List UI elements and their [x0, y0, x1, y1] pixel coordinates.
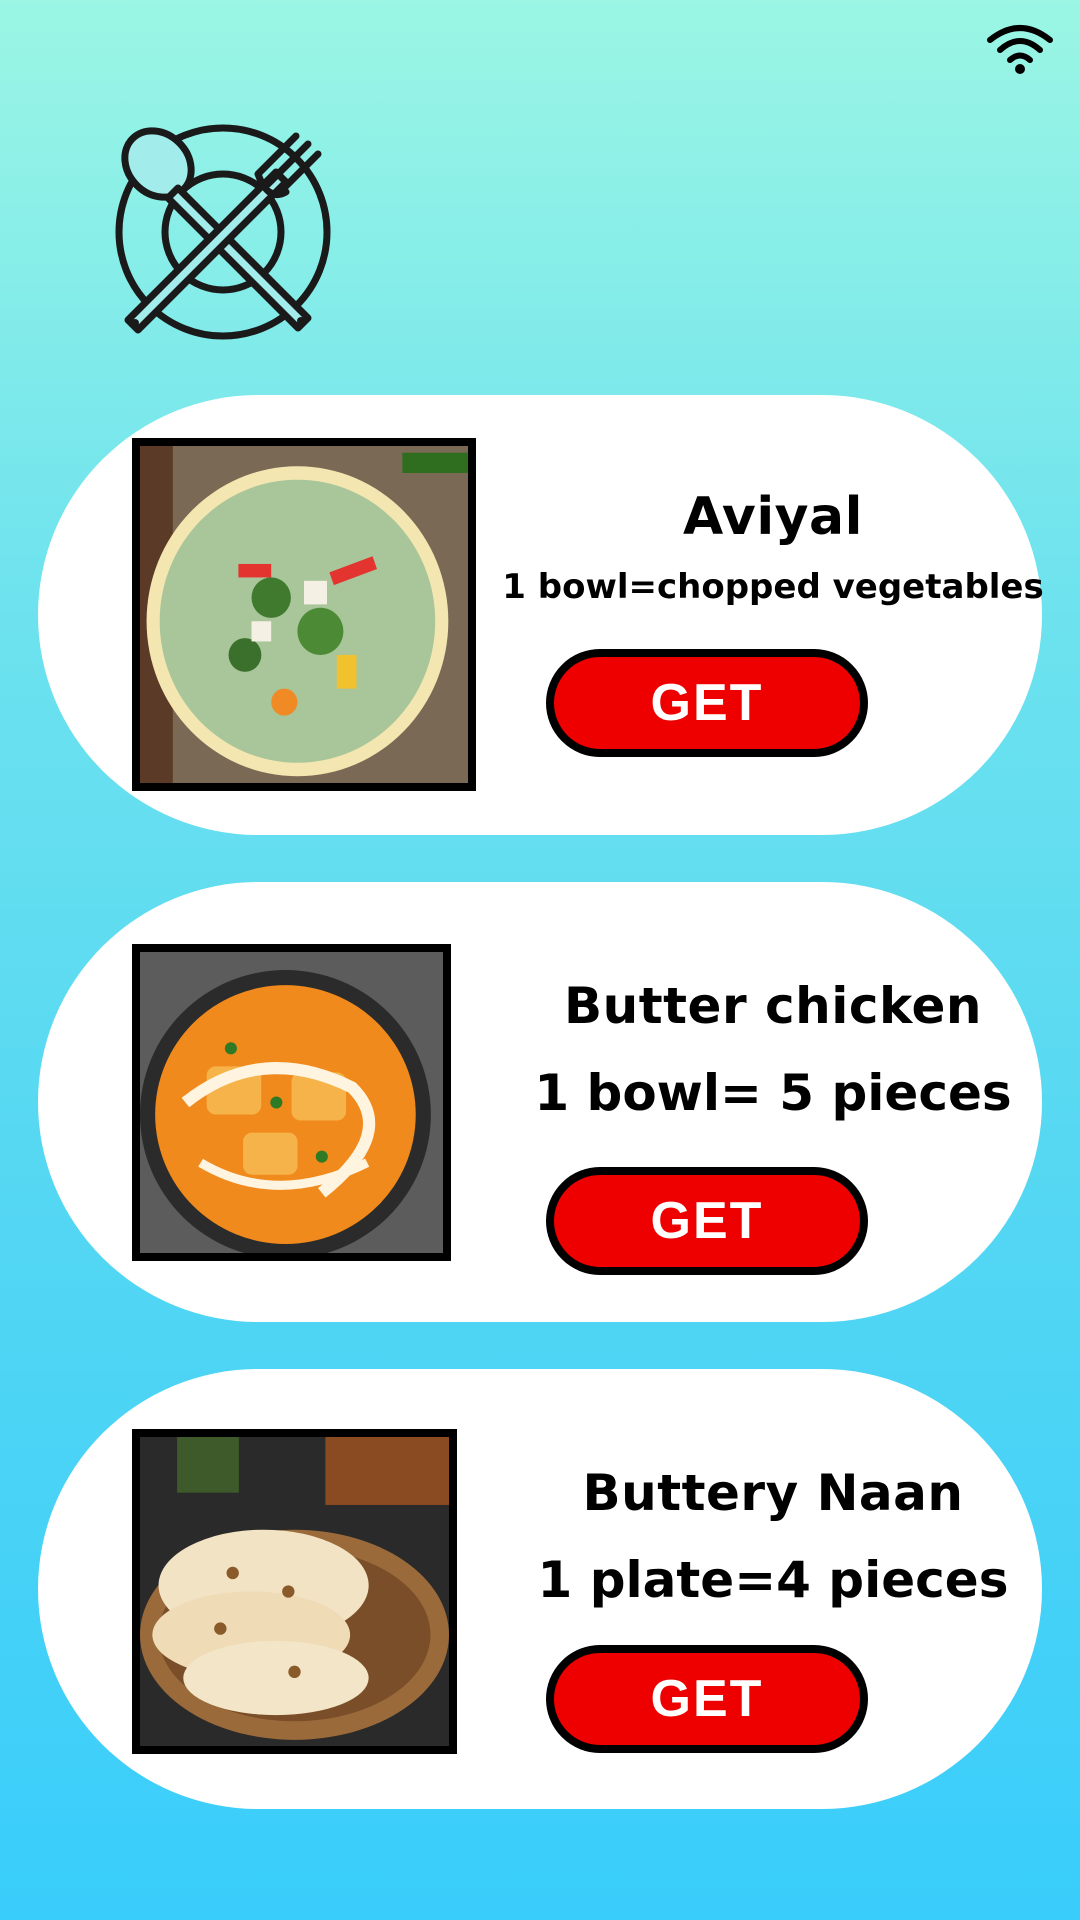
plate-fork-spoon-icon: [108, 112, 348, 352]
menu-card-aviyal: Aviyal 1 bowl=chopped vegetables GET: [38, 395, 1044, 835]
dish-portion: 1 plate=4 pieces: [537, 1551, 1009, 1609]
butter-chicken-photo: [132, 944, 451, 1261]
dish-name: Butter chicken: [564, 977, 982, 1035]
wifi-icon: [985, 20, 1055, 75]
dish-name: Buttery Naan: [582, 1464, 964, 1522]
get-button[interactable]: GET: [546, 1167, 868, 1275]
get-button[interactable]: GET: [546, 649, 868, 757]
buttery-naan-photo: [132, 1429, 457, 1754]
menu-card-butter-chicken: Butter chicken 1 bowl= 5 pieces GET: [38, 882, 1042, 1322]
get-button[interactable]: GET: [546, 1645, 868, 1753]
aviyal-photo: [132, 438, 476, 791]
dish-name: Aviyal: [683, 487, 863, 547]
dish-portion: 1 bowl= 5 pieces: [534, 1064, 1012, 1122]
menu-card-buttery-naan: Buttery Naan 1 plate=4 pieces GET: [38, 1369, 1042, 1809]
dish-portion: 1 bowl=chopped vegetables: [502, 567, 1044, 607]
